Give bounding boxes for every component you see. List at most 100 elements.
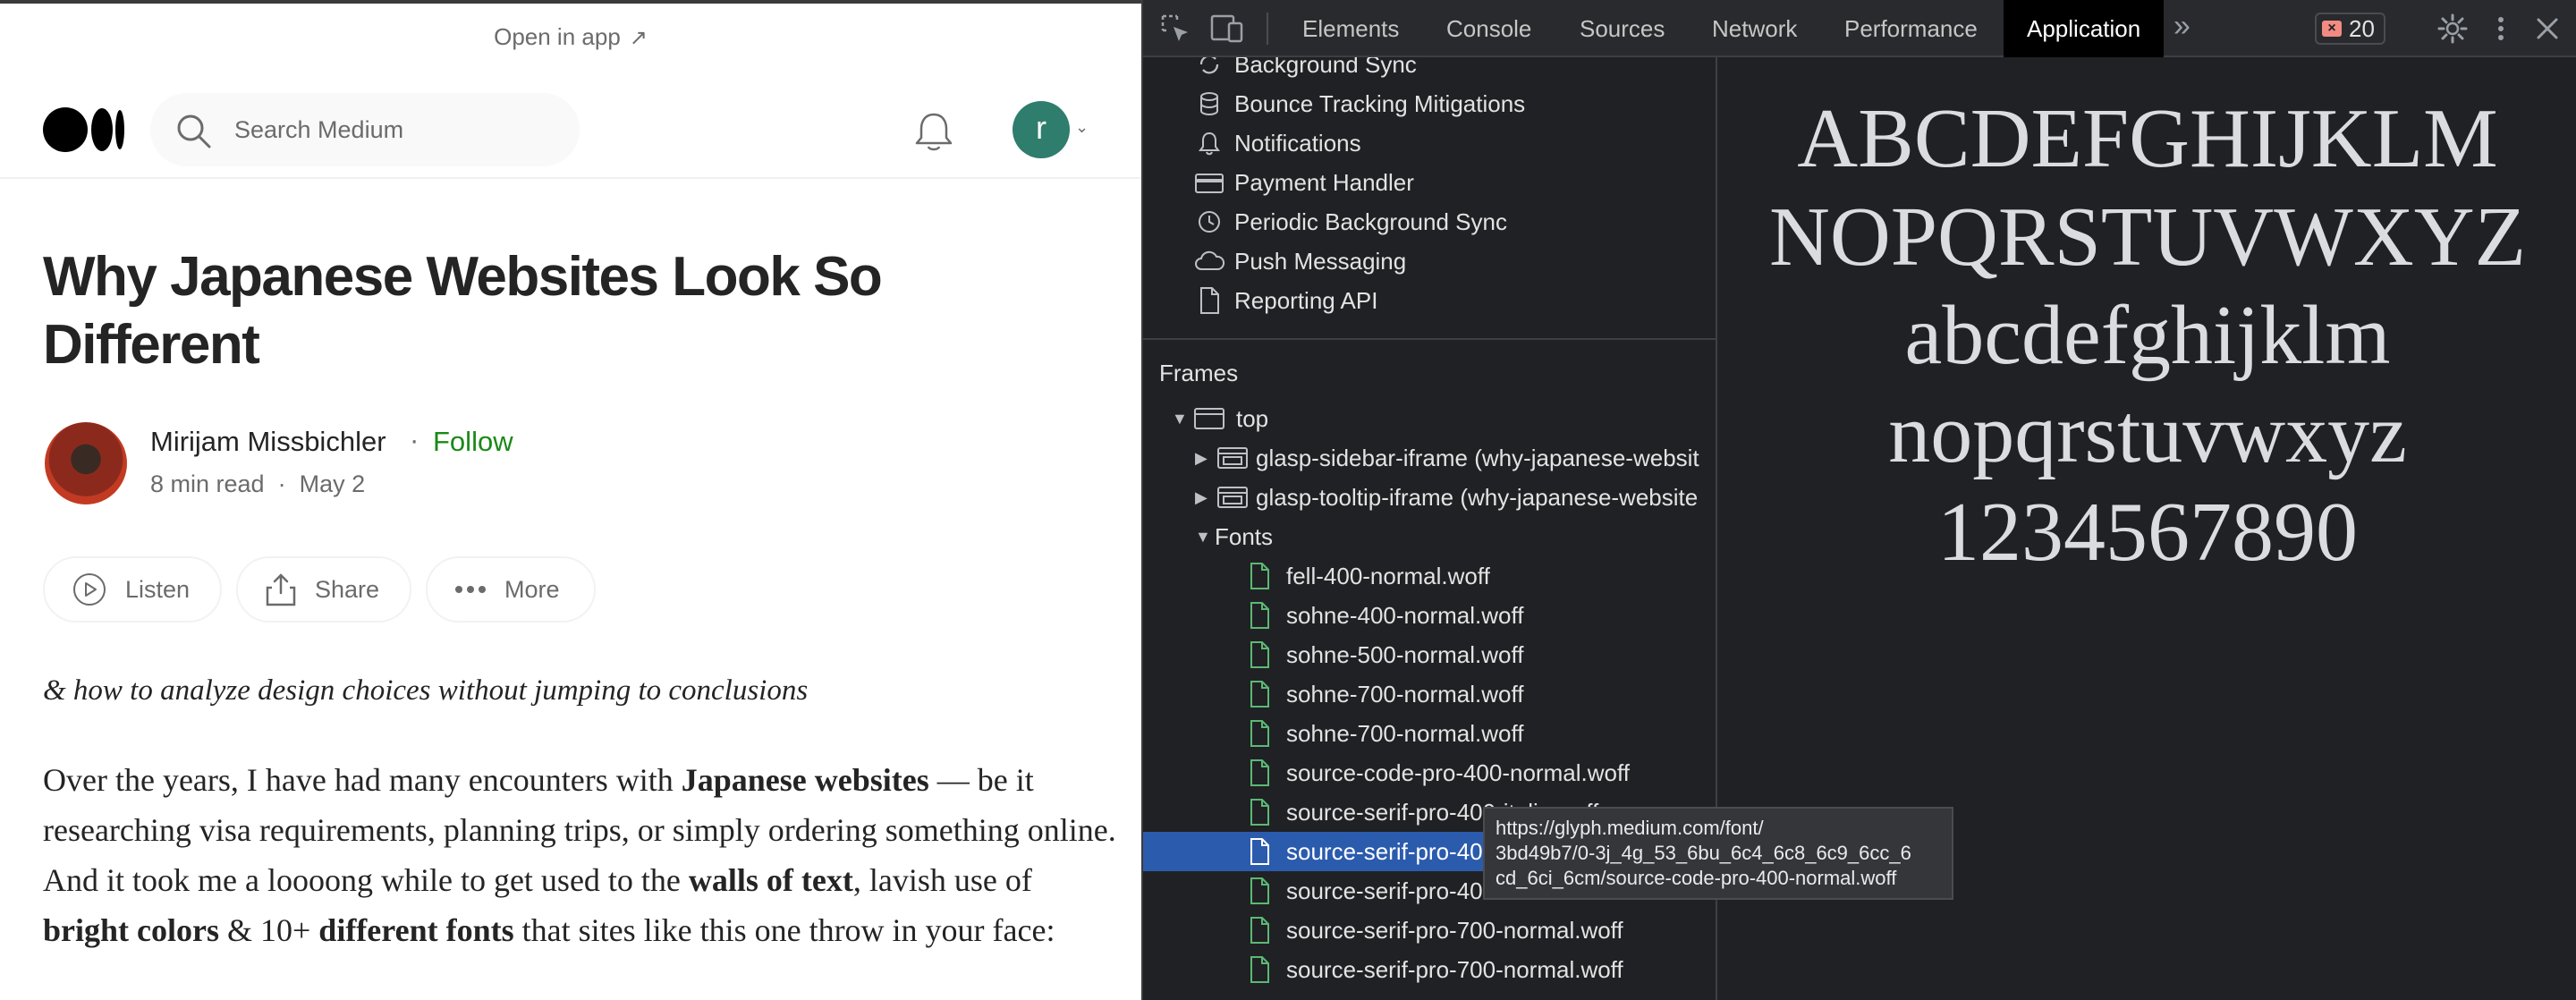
expanded-triangle-icon: ▼ [1195,527,1211,546]
fonts-folder[interactable]: ▼ Fonts [1143,517,1716,556]
font-file-icon [1241,952,1277,987]
tooltip-line: 3bd49b7/0-3j_4g_53_6bu_6c4_6c8_6c9_6cc_6 [1496,842,1911,864]
sidebar-item-push-messaging[interactable]: Push Messaging [1143,242,1716,281]
open-in-app-link[interactable]: Open in app ↗ [0,23,1141,51]
font-file-item[interactable]: source-code-pro-400-normal.woff [1143,753,1716,792]
notifications-bell-icon[interactable] [909,107,959,157]
font-file-item[interactable]: source-serif-pro-700-normal.woff [1143,950,1716,989]
error-counter-badge[interactable]: × 20 [2315,13,2385,45]
iframe-label: glasp-sidebar-iframe (why-japanese-websi… [1256,444,1699,471]
preview-line: NOPQRSTUVWXYZ [1769,191,2526,284]
font-file-item[interactable]: sohne-700-normal.woff [1143,714,1716,753]
frames-section-title: Frames [1159,360,1239,386]
file-icon [1191,283,1227,318]
preview-line: nopqrstuvwxyz [1888,387,2407,480]
font-file-label: fell-400-normal.woff [1286,562,1490,589]
medium-logo-icon[interactable] [43,107,125,152]
sidebar-item-notifications[interactable]: Notifications [1143,123,1716,163]
iframe-glasp-tooltip[interactable]: ▶ glasp-tooltip-iframe (why-japanese-web… [1143,478,1716,517]
sidebar-item-bounce-tracking[interactable]: Bounce Tracking Mitigations [1143,84,1716,123]
preview-line: abcdefghijklm [1904,289,2391,382]
body-bold: Japanese websites [681,762,929,798]
article-meta: 8 min read · May 2 [150,470,365,498]
iframe-glasp-sidebar[interactable]: ▶ glasp-sidebar-iframe (why-japanese-web… [1143,438,1716,478]
tab-performance[interactable]: Performance [1844,0,1978,57]
user-avatar[interactable]: r [1013,101,1070,158]
external-arrow-icon: ↗ [629,26,648,50]
clock-icon [1191,204,1227,240]
font-file-item[interactable]: sohne-700-normal.woff [1143,674,1716,714]
font-file-label: sohne-700-normal.woff [1286,680,1524,708]
author-name[interactable]: Mirijam Missbichler [150,426,386,458]
header-divider [0,177,1141,179]
kebab-menu-icon[interactable] [2485,13,2517,45]
frame-label: top [1236,404,1269,432]
search-bar[interactable]: Search Medium [150,93,580,166]
font-file-item[interactable]: sohne-500-normal.woff [1143,635,1716,674]
close-icon[interactable] [2531,13,2563,45]
devtools-toolbar: Elements Console Sources Network Perform… [1143,0,2576,57]
share-label: Share [315,575,380,603]
body-bold: bright colors [43,912,219,948]
sidebar-item-reporting-api[interactable]: Reporting API [1143,281,1716,320]
cloud-icon [1191,243,1227,279]
font-file-label: source-serif-pro-700-normal.woff [1286,916,1623,944]
font-file-label: sohne-700-normal.woff [1286,719,1524,747]
frame-window-icon [1191,401,1227,436]
font-glyph-preview: ABCDEFGHIJKLM NOPQRSTUVWXYZ abcdefghijkl… [1717,89,2576,581]
tab-sources[interactable]: Sources [1580,0,1665,57]
fonts-folder-label: Fonts [1215,522,1274,550]
font-file-icon [1241,794,1277,830]
font-file-label: source-serif-pro-700-normal.woff [1286,955,1623,983]
tab-network[interactable]: Network [1712,0,1797,57]
share-button[interactable]: Share [236,556,411,623]
font-file-icon [1241,912,1277,948]
iframe-label: glasp-tooltip-iframe (why-japanese-websi… [1256,483,1699,511]
sidebar-item-background-sync[interactable]: Background Sync [1143,57,1716,84]
play-icon [73,573,106,606]
font-file-item[interactable]: source-serif-pro-700-normal.woff [1143,911,1716,950]
article-paragraph: Over the years, I have had many encounte… [43,755,1116,955]
collapsed-triangle-icon: ▶ [1195,487,1208,506]
article-title: Why Japanese Websites Look So Different [43,246,883,376]
tab-elements[interactable]: Elements [1302,0,1399,57]
font-file-item[interactable]: sohne-400-normal.woff [1143,596,1716,635]
url-tooltip: https://glyph.medium.com/font/ 3bd49b7/0… [1483,807,1953,900]
font-file-icon [1241,637,1277,673]
device-toolbar-icon[interactable] [1209,13,1245,45]
font-file-item[interactable]: fell-400-normal.woff [1143,556,1716,596]
font-file-icon [1241,755,1277,791]
listen-button[interactable]: Listen [43,556,222,623]
body-text: & 10+ [218,912,319,948]
tooltip-line: https://glyph.medium.com/font/ [1496,817,1764,839]
sidebar-item-periodic-sync[interactable]: Periodic Background Sync [1143,202,1716,242]
preview-line: 1234567890 [1937,486,2358,579]
tab-console[interactable]: Console [1446,0,1531,57]
toolbar-separator [1267,13,1268,45]
more-button[interactable]: More [426,556,596,623]
search-icon [177,114,211,148]
more-tabs-icon[interactable]: » [2174,9,2190,44]
sidebar-item-label: Notifications [1234,129,1361,157]
sidebar-item-label: Background Sync [1234,57,1417,78]
inspect-element-icon[interactable] [1159,13,1191,45]
share-icon [266,573,296,606]
tab-application[interactable]: Application [2004,0,2165,57]
more-label: More [504,575,560,603]
body-bold: different fonts [318,912,514,948]
sidebar-item-payment-handler[interactable]: Payment Handler [1143,163,1716,202]
error-count: 20 [2349,14,2375,42]
sidebar-item-label: Payment Handler [1234,168,1414,196]
collapsed-triangle-icon: ▶ [1195,448,1208,467]
font-file-icon [1241,597,1277,633]
settings-gear-icon[interactable] [2436,13,2469,45]
separator-dot: · [410,424,419,455]
font-file-label: sohne-500-normal.woff [1286,640,1524,668]
body-text: , lavish use of [852,862,1032,898]
follow-button[interactable]: Follow [433,426,513,458]
read-time: 8 min read [150,470,265,497]
frame-top[interactable]: ▼ top [1143,399,1716,438]
chevron-down-icon[interactable]: ⌄ [1075,118,1089,137]
font-file-label: source-code-pro-400-normal.woff [1286,758,1630,786]
author-avatar[interactable] [45,422,127,504]
